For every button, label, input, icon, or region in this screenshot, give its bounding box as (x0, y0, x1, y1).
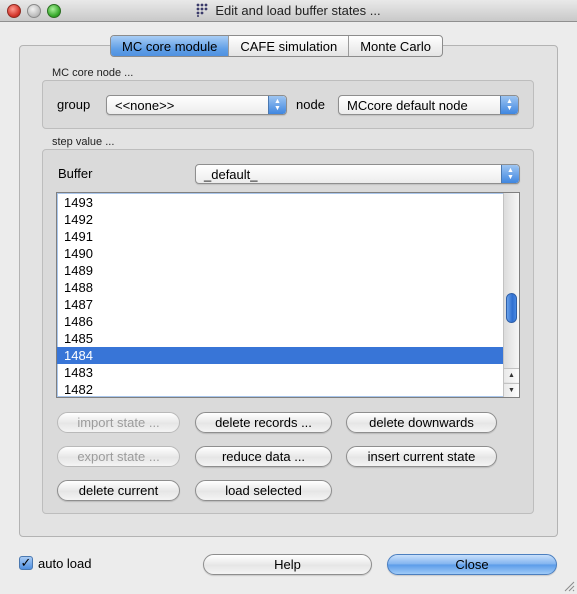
buffer-select[interactable]: _default_ ▲ ▼ (195, 164, 520, 184)
scroll-up-arrow-icon[interactable]: ▲ (504, 368, 519, 382)
insert-current-state-button[interactable]: insert current state (346, 446, 497, 467)
delete-records-button[interactable]: delete records ... (195, 412, 332, 433)
delete-downwards-button[interactable]: delete downwards (346, 412, 497, 433)
core-node-heading: MC core node ... (52, 67, 134, 79)
list-item[interactable]: 1488 (57, 279, 503, 296)
list-item[interactable]: 1492 (57, 211, 503, 228)
list-item[interactable]: 1487 (57, 296, 503, 313)
step-list-rows: 1493 1492 1491 1490 1489 1488 1487 1486 … (57, 194, 503, 397)
list-item[interactable]: 1486 (57, 313, 503, 330)
node-label: node (296, 97, 325, 112)
tab-monte-carlo[interactable]: Monte Carlo (349, 36, 442, 56)
delete-current-button[interactable]: delete current (57, 480, 180, 501)
popup-arrows-icon: ▲ ▼ (501, 165, 519, 183)
scroll-down-arrow-icon[interactable]: ▼ (504, 383, 519, 397)
step-value-heading: step value ... (52, 136, 115, 148)
list-item[interactable]: 1490 (57, 245, 503, 262)
tab-bar: MC core module CAFE simulation Monte Car… (110, 35, 443, 57)
buffer-select-value: _default_ (204, 167, 258, 182)
list-item[interactable]: 1485 (57, 330, 503, 347)
group-select-value: <<none>> (115, 98, 175, 113)
window-title-wrap: Edit and load buffer states ... (0, 3, 577, 18)
tab-mc-core-module[interactable]: MC core module (111, 36, 230, 56)
export-state-button[interactable]: export state ... (57, 446, 180, 467)
list-item[interactable]: 1482 (57, 381, 503, 397)
node-select[interactable]: MCcore default node ▲ ▼ (338, 95, 519, 115)
reduce-data-button[interactable]: reduce data ... (195, 446, 332, 467)
node-select-value: MCcore default node (347, 98, 468, 113)
app-grid-icon (196, 3, 208, 17)
group-label: group (57, 97, 91, 112)
scrollbar-thumb[interactable] (506, 293, 517, 323)
list-item[interactable]: 1489 (57, 262, 503, 279)
list-scrollbar[interactable]: ▲ ▼ (503, 193, 519, 397)
tab-cafe-simulation[interactable]: CAFE simulation (229, 36, 350, 56)
buffer-label: Buffer (58, 166, 93, 181)
auto-load-checkbox[interactable]: ✓ (19, 556, 33, 570)
window-title: Edit and load buffer states ... (215, 3, 381, 18)
group-select[interactable]: <<none>> ▲ ▼ (106, 95, 287, 115)
load-selected-button[interactable]: load selected (195, 480, 332, 501)
resize-grip-icon[interactable] (564, 581, 575, 592)
list-item[interactable]: 1491 (57, 228, 503, 245)
popup-arrows-icon: ▲ ▼ (500, 96, 518, 114)
popup-arrows-icon: ▲ ▼ (268, 96, 286, 114)
title-bar: Edit and load buffer states ... (0, 0, 577, 22)
auto-load-label: auto load (38, 556, 92, 571)
import-state-button[interactable]: import state ... (57, 412, 180, 433)
step-list[interactable]: 1493 1492 1491 1490 1489 1488 1487 1486 … (56, 192, 520, 398)
help-button[interactable]: Help (203, 554, 372, 575)
list-item-selected[interactable]: 1484 (57, 347, 503, 364)
list-item[interactable]: 1483 (57, 364, 503, 381)
close-button[interactable]: Close (387, 554, 557, 575)
list-item[interactable]: 1493 (57, 194, 503, 211)
